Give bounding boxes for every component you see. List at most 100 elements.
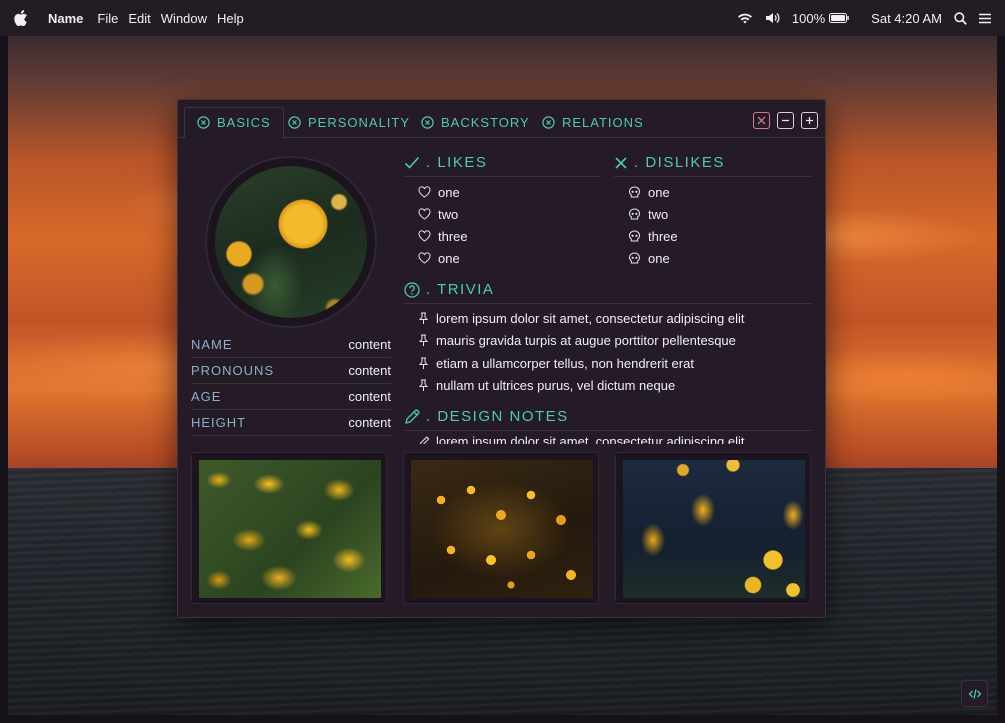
tab-bar: BASICS PERSONALITY BACKSTORY RELATIONS <box>178 100 825 138</box>
dislikes-title: . DISLIKES <box>634 154 725 171</box>
list-item[interactable]: lorem ipsum dolor sit amet, consectetur … <box>404 434 812 444</box>
close-icon <box>757 116 766 125</box>
dislikes-list: one two three one <box>614 181 812 269</box>
pin-icon <box>418 312 429 324</box>
x-icon <box>615 156 627 169</box>
heart-icon <box>418 230 431 242</box>
menu-edit[interactable]: Edit <box>128 11 150 26</box>
character-sheet-window: BASICS PERSONALITY BACKSTORY RELATIONS N… <box>177 99 826 618</box>
stat-row-height: HEIGHT content <box>191 410 391 436</box>
tab-personality[interactable]: PERSONALITY <box>276 107 422 138</box>
list-item[interactable]: one <box>404 247 600 269</box>
window-minimize-button[interactable] <box>777 112 794 129</box>
wifi-icon[interactable] <box>737 12 753 25</box>
stat-row-age: AGE content <box>191 384 391 410</box>
design-notes-title: . DESIGN NOTES <box>426 408 569 425</box>
volume-icon[interactable] <box>765 12 780 24</box>
stat-value[interactable]: content <box>348 389 391 404</box>
trivia-title: . TRIVIA <box>426 281 495 298</box>
clock[interactable]: Sat 4:20 AM <box>871 11 942 26</box>
list-icon[interactable] <box>979 13 991 24</box>
design-notes-list[interactable]: lorem ipsum dolor sit amet, consectetur … <box>404 434 812 444</box>
design-notes-heading: . DESIGN NOTES <box>404 403 812 431</box>
stat-row-pronouns: PRONOUNS content <box>191 358 391 384</box>
pencil-icon <box>419 435 429 444</box>
apple-icon[interactable] <box>14 10 28 26</box>
skull-icon <box>628 207 641 219</box>
pin-icon <box>418 357 429 369</box>
minus-icon <box>782 119 789 122</box>
skull-icon <box>628 229 641 241</box>
check-icon <box>404 156 420 169</box>
close-circle-icon <box>288 116 301 129</box>
design-notes-clip: lorem ipsum dolor sit amet, consectetur … <box>404 434 812 444</box>
likes-list: one two three one <box>404 181 600 269</box>
tab-relations[interactable]: RELATIONS <box>530 107 656 138</box>
stat-label: AGE <box>191 389 222 404</box>
avatar[interactable] <box>215 166 367 318</box>
gallery-photo-card[interactable] <box>403 452 599 604</box>
menu-file[interactable]: File <box>97 11 118 26</box>
gallery-photo-card[interactable] <box>191 452 387 604</box>
list-item[interactable]: one <box>614 181 812 203</box>
dislikes-heading: . DISLIKES <box>614 149 812 177</box>
pin-icon <box>418 334 429 347</box>
close-circle-icon <box>421 116 434 129</box>
tab-basics-label: BASICS <box>217 115 271 130</box>
list-item[interactable]: two <box>404 203 600 225</box>
list-item[interactable]: three <box>404 225 600 247</box>
list-item[interactable]: lorem ipsum dolor sit amet, consectetur … <box>404 307 812 330</box>
gallery-photo <box>411 460 593 598</box>
trivia-heading: . TRIVIA <box>404 276 812 304</box>
menubar: Name File Edit Window Help 100% Sat 4:20… <box>0 0 1005 36</box>
menu-window[interactable]: Window <box>161 11 207 26</box>
heart-icon <box>418 252 431 264</box>
tab-relations-label: RELATIONS <box>562 115 644 130</box>
battery-percent: 100% <box>791 10 826 26</box>
list-item[interactable]: three <box>614 225 812 247</box>
avatar-frame <box>205 156 377 328</box>
close-circle-icon <box>542 116 555 129</box>
window-maximize-button[interactable] <box>801 112 818 129</box>
stats-table: NAME content PRONOUNS content AGE conten… <box>191 332 391 436</box>
skull-icon <box>628 251 641 263</box>
question-circle-icon <box>404 281 420 298</box>
stat-label: PRONOUNS <box>191 363 275 378</box>
stat-value[interactable]: content <box>348 337 391 352</box>
list-item[interactable]: two <box>614 203 812 225</box>
close-circle-icon <box>197 116 210 129</box>
likes-title: . LIKES <box>426 154 488 171</box>
window-close-button[interactable] <box>753 112 770 129</box>
stat-row-name: NAME content <box>191 332 391 358</box>
code-icon <box>968 688 981 699</box>
tab-backstory[interactable]: BACKSTORY <box>409 107 542 138</box>
tab-backstory-label: BACKSTORY <box>441 115 530 130</box>
menu-help[interactable]: Help <box>217 11 244 26</box>
list-item[interactable]: one <box>614 247 812 269</box>
stat-value[interactable]: content <box>348 363 391 378</box>
list-item[interactable]: nullam ut ultrices purus, vel dictum neq… <box>404 375 812 398</box>
stat-value[interactable]: content <box>348 415 391 430</box>
heart-icon <box>418 208 431 220</box>
list-item[interactable]: one <box>404 181 600 203</box>
search-icon[interactable] <box>954 11 967 25</box>
code-toggle-button[interactable] <box>961 680 988 707</box>
list-item[interactable]: mauris gravida turpis at augue porttitor… <box>404 330 812 353</box>
gallery-photo <box>199 460 381 598</box>
skull-icon <box>628 185 641 197</box>
pin-icon <box>418 379 429 392</box>
tab-personality-label: PERSONALITY <box>308 115 411 130</box>
trivia-list: lorem ipsum dolor sit amet, consectetur … <box>404 307 812 397</box>
battery-icon[interactable] <box>829 13 849 23</box>
tab-basics[interactable]: BASICS <box>184 107 284 138</box>
likes-heading: . LIKES <box>404 149 600 177</box>
app-name-menu[interactable]: Name <box>48 11 83 26</box>
stat-label: NAME <box>191 337 233 352</box>
list-item[interactable]: etiam a ullamcorper tellus, non hendreri… <box>404 352 812 375</box>
gallery-photo <box>623 460 805 598</box>
heart-icon <box>418 186 431 198</box>
gallery-photo-card[interactable] <box>615 452 811 604</box>
plus-icon <box>806 117 813 124</box>
stat-label: HEIGHT <box>191 415 247 430</box>
pencil-icon <box>405 408 420 424</box>
